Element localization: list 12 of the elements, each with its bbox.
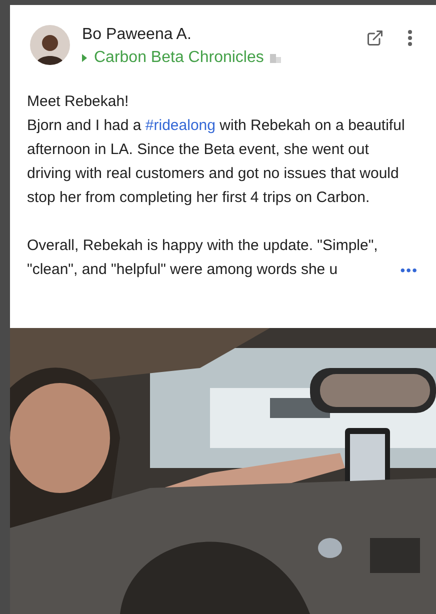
post-text: Bjorn and I had a #ridealong with Rebekah on a beautiful afternoon in LA. Since the Beta event, she went out driving with real customers and got no issues that would stop her from completing her first 4 trips on Carbon. xyxy=(27,116,406,208)
more-options-icon xyxy=(408,30,412,46)
caret-icon xyxy=(82,54,87,62)
community-link[interactable]: Carbon Beta Chronicles xyxy=(94,48,264,68)
building-icon xyxy=(270,54,281,62)
more-button[interactable]: ••• xyxy=(400,258,418,282)
avatar[interactable] xyxy=(30,25,70,65)
post-text: Overall, Rebekah is happy with the update. "Simple", "clean", and "helpful" were among words she u xyxy=(27,236,379,280)
open-external-icon xyxy=(366,29,384,47)
post-text: Meet Rebekah! xyxy=(27,92,130,112)
hashtag-link[interactable]: #ridealong xyxy=(145,117,216,134)
author-name[interactable]: Bo Paweena A. xyxy=(82,25,281,45)
